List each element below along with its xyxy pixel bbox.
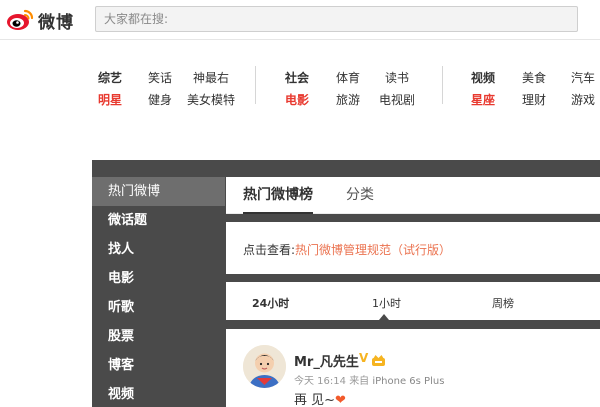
- channel-jokes[interactable]: 笑话: [148, 69, 172, 86]
- channel-fitness[interactable]: 健身: [148, 91, 172, 108]
- sidebar-item-stocks[interactable]: 股票: [92, 322, 225, 351]
- sidebar-item-blog[interactable]: 博客: [92, 351, 225, 380]
- channel-movies[interactable]: 电影: [285, 91, 309, 108]
- avatar[interactable]: [243, 345, 286, 388]
- channel-video[interactable]: 视频: [471, 69, 495, 86]
- active-tab-caret-icon: [379, 314, 389, 320]
- channel-finance[interactable]: 理财: [522, 91, 546, 108]
- notice-panel: 点击查看:热门微博管理规范（试行版）: [226, 222, 600, 274]
- channel-food[interactable]: 美食: [522, 69, 546, 86]
- channel-books[interactable]: 读书: [385, 69, 409, 86]
- weibo-post: Mr_凡先生 V 今天 16:14 来自 iPhone 6s Plus 再 见~…: [226, 329, 600, 407]
- channel-models[interactable]: 美女模特: [187, 91, 235, 108]
- sidebar-item-music[interactable]: 听歌: [92, 293, 225, 322]
- nav-divider: [442, 66, 443, 104]
- sidebar-item-people[interactable]: 找人: [92, 235, 225, 264]
- brand-name: 微博: [38, 12, 74, 33]
- channel-cars[interactable]: 汽车: [571, 69, 595, 86]
- tab-24-hours[interactable]: 24小时: [252, 295, 289, 311]
- channel-travel[interactable]: 旅游: [336, 91, 360, 108]
- post-text-body: 再 见~: [294, 393, 336, 407]
- tab-category[interactable]: 分类: [346, 177, 374, 214]
- post-meta: 今天 16:14 来自 iPhone 6s Plus: [294, 372, 444, 387]
- sidebar-item-topics[interactable]: 微话题: [92, 206, 225, 235]
- tab-hot-weibo-ranking[interactable]: 热门微博榜: [243, 177, 313, 214]
- top-bar: 微博: [0, 0, 600, 40]
- sidebar-item-movies[interactable]: 电影: [92, 264, 225, 293]
- sidebar-item-video[interactable]: 视频: [92, 380, 225, 407]
- vip-crown-icon: [371, 352, 386, 366]
- channel-sports[interactable]: 体育: [336, 69, 360, 86]
- nav-divider: [255, 66, 256, 104]
- post-time[interactable]: 今天 16:14: [294, 376, 346, 387]
- post-username[interactable]: Mr_凡先生: [294, 351, 359, 370]
- tab-weekly[interactable]: 周榜: [492, 295, 514, 311]
- verified-icon: V: [359, 351, 369, 365]
- channel-horoscope[interactable]: 星座: [471, 91, 495, 108]
- main-tabs: 热门微博榜 分类: [226, 177, 600, 214]
- weibo-eye-icon: [6, 8, 34, 32]
- weibo-logo[interactable]: 微博: [6, 7, 74, 33]
- sidebar-item-hot-weibo[interactable]: 热门微博: [92, 177, 225, 206]
- channel-tv[interactable]: 电视剧: [379, 91, 415, 108]
- channel-games[interactable]: 游戏: [571, 91, 595, 108]
- notice-prefix: 点击查看:: [243, 243, 296, 257]
- post-text: 再 见~❤: [294, 389, 346, 407]
- sidebar: 热门微博 微话题 找人 电影 听歌 股票 博客 视频: [92, 177, 225, 407]
- tab-1-hour[interactable]: 1小时: [372, 295, 401, 311]
- channel-stars[interactable]: 明星: [98, 91, 122, 108]
- time-filter-bar: 24小时 1小时 周榜: [226, 282, 600, 320]
- channel-society[interactable]: 社会: [285, 69, 309, 86]
- search-input[interactable]: [95, 6, 578, 32]
- post-from-label: 来自: [349, 376, 370, 387]
- channel-funny[interactable]: 神最右: [193, 69, 229, 86]
- channel-variety[interactable]: 综艺: [98, 69, 122, 86]
- rules-link[interactable]: 热门微博管理规范（试行版）: [295, 243, 451, 257]
- post-device[interactable]: iPhone 6s Plus: [372, 376, 444, 387]
- heart-icon: ❤: [335, 393, 346, 407]
